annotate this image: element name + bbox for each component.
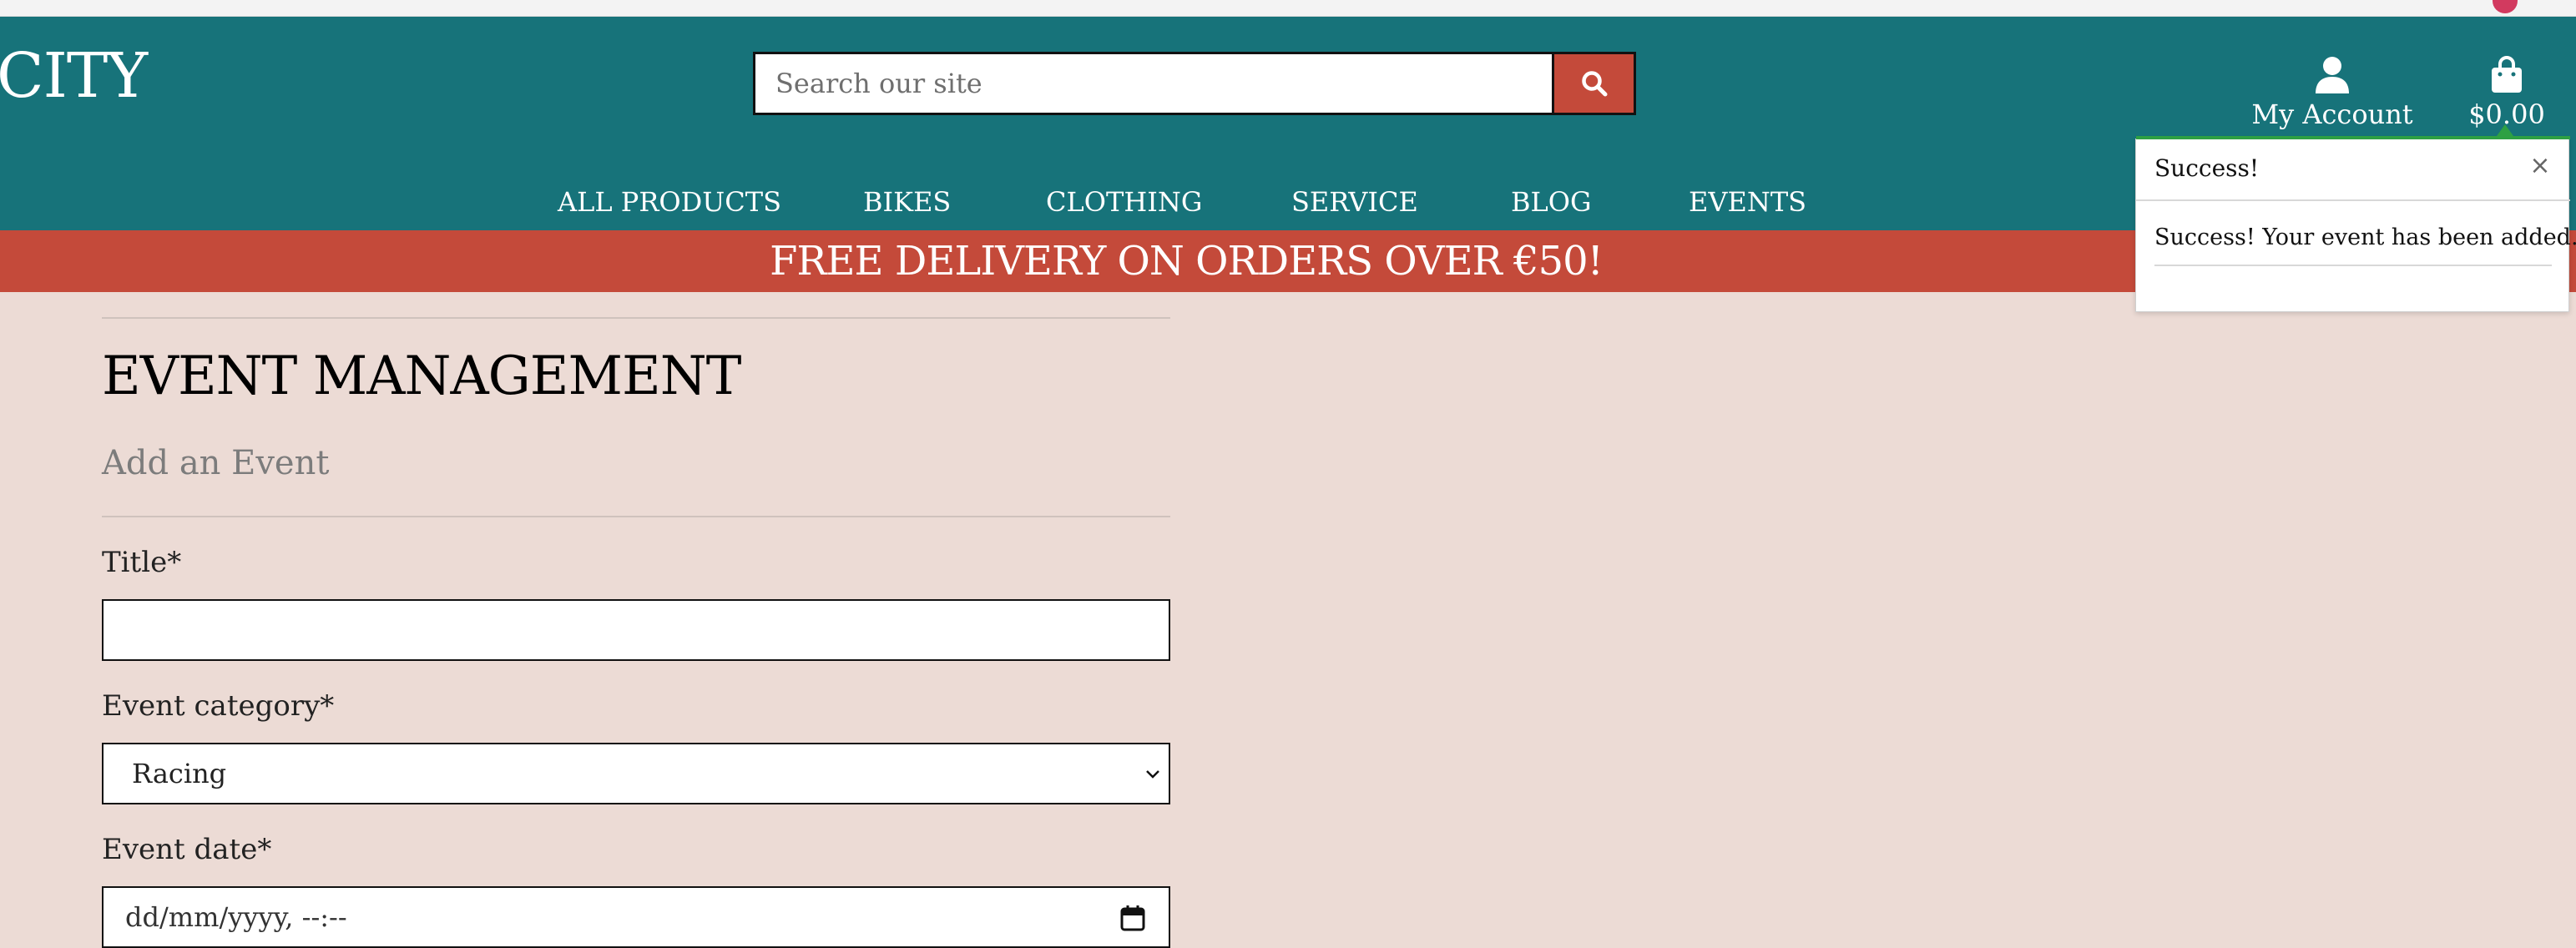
toast-pointer <box>2497 124 2513 136</box>
my-account-link[interactable]: My Account <box>2250 42 2414 142</box>
shopping-bag-icon <box>2492 56 2522 93</box>
success-toast: Success! × Success! Your event has been … <box>2135 124 2576 312</box>
page-subtitle: Add an Event <box>102 444 330 482</box>
free-delivery-text: FREE DELIVERY ON ORDERS OVER €50! <box>770 238 1604 285</box>
search-button[interactable] <box>1554 52 1636 115</box>
close-icon[interactable]: × <box>2525 151 2555 181</box>
search-icon <box>1581 71 1607 97</box>
event-category-select[interactable]: Racing <box>102 743 1170 804</box>
nav-item-clothing[interactable]: CLOTHING <box>1046 180 1202 224</box>
calendar-icon[interactable] <box>1120 905 1145 931</box>
chevron-down-icon <box>1146 770 1159 779</box>
nav-item-all-products[interactable]: ALL PRODUCTS <box>558 180 781 224</box>
event-date-placeholder: dd/mm/yyyy, --:-- <box>125 901 347 933</box>
title-label: Title* <box>102 546 182 579</box>
event-category-value: Racing <box>132 758 227 789</box>
event-category-label: Event category* <box>102 689 335 723</box>
search-input[interactable] <box>755 54 1552 113</box>
divider <box>102 317 1170 319</box>
divider <box>102 516 1170 517</box>
toast-title: Success! <box>2154 154 2260 182</box>
title-input[interactable] <box>102 599 1170 661</box>
search-box <box>753 52 1554 115</box>
event-date-input[interactable]: dd/mm/yyyy, --:-- <box>102 886 1170 948</box>
browser-indicator-dot <box>2493 0 2518 13</box>
site-logo[interactable]: CITY <box>0 45 148 107</box>
toast-header: Success! × <box>2136 139 2570 201</box>
toast-divider <box>2154 265 2552 266</box>
page-title: EVENT MANAGEMENT <box>102 345 741 407</box>
nav-item-blog[interactable]: BLOG <box>1511 180 1592 224</box>
event-date-label: Event date* <box>102 833 272 866</box>
nav-item-bikes[interactable]: BIKES <box>863 180 951 224</box>
user-icon <box>2316 57 2349 93</box>
nav-item-events[interactable]: EVENTS <box>1689 180 1806 224</box>
toast-message: Success! Your event has been added. <box>2154 224 2576 250</box>
browser-chrome-strip <box>0 0 2576 17</box>
nav-item-service[interactable]: SERVICE <box>1291 180 1418 224</box>
my-account-label: My Account <box>2251 98 2413 130</box>
